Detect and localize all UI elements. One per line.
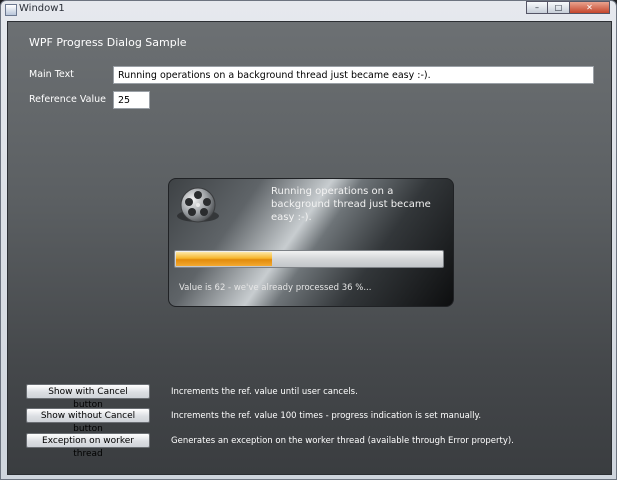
- minimize-button[interactable]: –: [526, 1, 548, 14]
- progress-dialog: Running operations on a background threa…: [168, 178, 454, 307]
- progress-status-text: Value is 62 - we've already processed 36…: [179, 283, 372, 293]
- exception-on-worker-thread-description: Generates an exception on the worker thr…: [171, 436, 514, 446]
- title-bar[interactable]: Window1 – □ ✕: [1, 1, 616, 18]
- film-reel-icon: [177, 187, 219, 223]
- show-with-cancel-button[interactable]: Show with Cancel button: [26, 384, 150, 410]
- dialog-message: Running operations on a background threa…: [271, 186, 431, 223]
- progress-bar-fill: [176, 252, 273, 266]
- application-window: Window1 – □ ✕ WPF Progress Dialog Sample…: [0, 0, 617, 480]
- progress-bar: [174, 250, 444, 268]
- reference-value-input[interactable]: [113, 91, 150, 109]
- maximize-button[interactable]: □: [548, 1, 570, 14]
- close-button[interactable]: ✕: [570, 1, 610, 14]
- exception-on-worker-thread-button[interactable]: Exception on worker thread: [26, 433, 150, 459]
- window-title: Window1: [19, 3, 65, 14]
- main-text-label: Main Text: [29, 69, 74, 80]
- show-without-cancel-description: Increments the ref. value 100 times - pr…: [171, 411, 482, 421]
- reference-value-label: Reference Value: [29, 94, 106, 105]
- page-title: WPF Progress Dialog Sample: [29, 36, 187, 49]
- main-text-input[interactable]: [113, 66, 594, 84]
- show-with-cancel-description: Increments the ref. value until user can…: [171, 387, 358, 397]
- window-controls: – □ ✕: [526, 1, 610, 15]
- show-without-cancel-button[interactable]: Show without Cancel button: [26, 408, 150, 434]
- window-icon: [5, 4, 17, 16]
- client-area: WPF Progress Dialog Sample Main Text Ref…: [7, 21, 612, 475]
